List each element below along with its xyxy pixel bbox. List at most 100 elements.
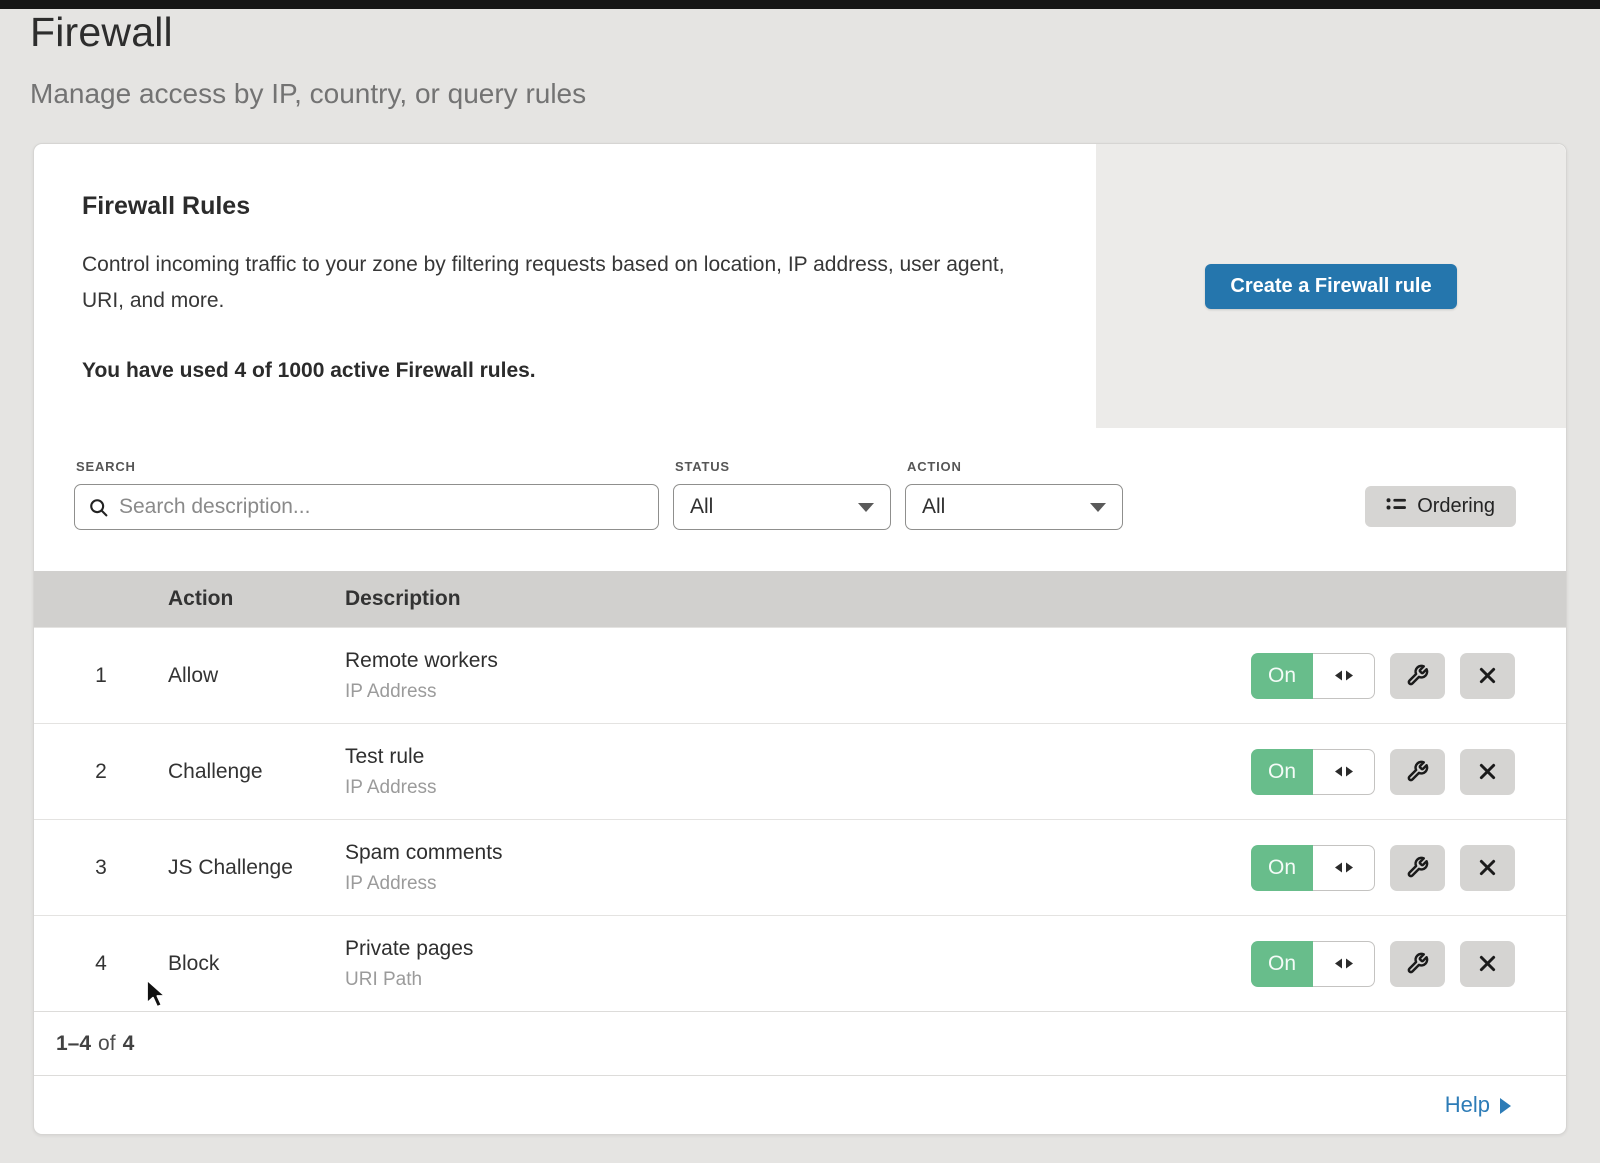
rule-action: Allow <box>168 664 345 688</box>
create-firewall-rule-button[interactable]: Create a Firewall rule <box>1205 264 1456 309</box>
status-select[interactable]: All <box>673 484 891 530</box>
table-row: 2 Challenge Test rule IP Address On <box>34 723 1566 819</box>
search-label: SEARCH <box>76 459 659 474</box>
search-input[interactable] <box>119 495 645 519</box>
rule-description: Spam comments <box>345 841 1251 865</box>
rule-controls: On <box>1251 845 1566 891</box>
left-right-arrows-icon <box>1333 765 1355 778</box>
info-usage-text: You have used 4 of 1000 active Firewall … <box>82 359 1048 383</box>
table-row: 1 Allow Remote workers IP Address On <box>34 627 1566 723</box>
wrench-icon <box>1406 664 1429 687</box>
toggle-handle[interactable] <box>1313 941 1375 987</box>
rule-description-cell: Private pages URI Path <box>345 937 1251 991</box>
create-rule-panel: Create a Firewall rule <box>1096 144 1566 428</box>
action-label: ACTION <box>907 459 1123 474</box>
action-column-header: Action <box>168 587 345 611</box>
rule-action: Block <box>168 952 345 976</box>
rule-enabled-toggle[interactable]: On <box>1251 845 1375 891</box>
table-header: Action Description <box>34 571 1566 627</box>
close-icon <box>1477 953 1498 974</box>
edit-rule-button[interactable] <box>1390 653 1445 699</box>
delete-rule-button[interactable] <box>1460 749 1515 795</box>
delete-rule-button[interactable] <box>1460 845 1515 891</box>
card-footer: Help <box>34 1075 1566 1134</box>
left-right-arrows-icon <box>1333 669 1355 682</box>
toggle-handle[interactable] <box>1313 845 1375 891</box>
toggle-on-label: On <box>1251 941 1313 987</box>
wrench-icon <box>1406 856 1429 879</box>
rule-priority: 4 <box>34 952 168 976</box>
page-title: Firewall <box>30 9 586 56</box>
close-icon <box>1477 761 1498 782</box>
rule-description: Private pages <box>345 937 1251 961</box>
info-text-block: Firewall Rules Control incoming traffic … <box>34 144 1096 428</box>
left-right-arrows-icon <box>1333 957 1355 970</box>
rule-priority: 3 <box>34 856 168 880</box>
filters-bar: SEARCH STATUS All ACTION All <box>34 428 1566 571</box>
rule-enabled-toggle[interactable]: On <box>1251 749 1375 795</box>
search-filter-group: SEARCH <box>74 459 659 530</box>
edit-rule-button[interactable] <box>1390 941 1445 987</box>
action-filter-group: ACTION All <box>905 459 1123 530</box>
pagination: 1–4 of 4 <box>34 1011 1566 1075</box>
description-column-header: Description <box>345 587 1566 611</box>
rule-description: Remote workers <box>345 649 1251 673</box>
rule-field-type: IP Address <box>345 873 1251 895</box>
table-row: 3 JS Challenge Spam comments IP Address … <box>34 819 1566 915</box>
delete-rule-button[interactable] <box>1460 941 1515 987</box>
page-subtitle: Manage access by IP, country, or query r… <box>30 78 586 110</box>
rule-controls: On <box>1251 653 1566 699</box>
rule-description: Test rule <box>345 745 1251 769</box>
edit-rule-button[interactable] <box>1390 845 1445 891</box>
info-description: Control incoming traffic to your zone by… <box>82 247 1032 319</box>
status-filter-group: STATUS All <box>673 459 891 530</box>
info-heading: Firewall Rules <box>82 192 1048 221</box>
search-icon <box>88 497 109 518</box>
table-row: 4 Block Private pages URI Path On <box>34 915 1566 1011</box>
ordering-button[interactable]: Ordering <box>1365 486 1516 527</box>
info-section: Firewall Rules Control incoming traffic … <box>34 144 1566 428</box>
toggle-on-label: On <box>1251 845 1313 891</box>
chevron-down-icon <box>1090 503 1106 512</box>
rule-enabled-toggle[interactable]: On <box>1251 653 1375 699</box>
rule-action: Challenge <box>168 760 345 784</box>
edit-rule-button[interactable] <box>1390 749 1445 795</box>
toggle-on-label: On <box>1251 653 1313 699</box>
wrench-icon <box>1406 760 1429 783</box>
rule-priority: 1 <box>34 664 168 688</box>
arrow-right-icon <box>1500 1098 1511 1114</box>
window-top-strip <box>0 0 1600 9</box>
rule-field-type: URI Path <box>345 969 1251 991</box>
toggle-on-label: On <box>1251 749 1313 795</box>
rule-controls: On <box>1251 941 1566 987</box>
chevron-down-icon <box>858 503 874 512</box>
ordered-list-icon <box>1386 497 1407 516</box>
page-header: Firewall Manage access by IP, country, o… <box>30 9 586 110</box>
action-select[interactable]: All <box>905 484 1123 530</box>
rule-description-cell: Test rule IP Address <box>345 745 1251 799</box>
wrench-icon <box>1406 952 1429 975</box>
help-link[interactable]: Help <box>1445 1092 1511 1118</box>
ordering-button-label: Ordering <box>1417 495 1495 518</box>
pagination-of-label: of <box>98 1032 116 1056</box>
firewall-rules-card: Firewall Rules Control incoming traffic … <box>33 143 1567 1135</box>
search-box[interactable] <box>74 484 659 530</box>
rule-controls: On <box>1251 749 1566 795</box>
delete-rule-button[interactable] <box>1460 653 1515 699</box>
rule-field-type: IP Address <box>345 681 1251 703</box>
rule-enabled-toggle[interactable]: On <box>1251 941 1375 987</box>
close-icon <box>1477 665 1498 686</box>
rule-field-type: IP Address <box>345 777 1251 799</box>
left-right-arrows-icon <box>1333 861 1355 874</box>
status-label: STATUS <box>675 459 891 474</box>
help-link-label: Help <box>1445 1092 1490 1118</box>
status-selected-value: All <box>690 495 713 519</box>
action-selected-value: All <box>922 495 945 519</box>
toggle-handle[interactable] <box>1313 653 1375 699</box>
rule-priority: 2 <box>34 760 168 784</box>
toggle-handle[interactable] <box>1313 749 1375 795</box>
rule-description-cell: Remote workers IP Address <box>345 649 1251 703</box>
rule-description-cell: Spam comments IP Address <box>345 841 1251 895</box>
rule-action: JS Challenge <box>168 856 345 880</box>
close-icon <box>1477 857 1498 878</box>
